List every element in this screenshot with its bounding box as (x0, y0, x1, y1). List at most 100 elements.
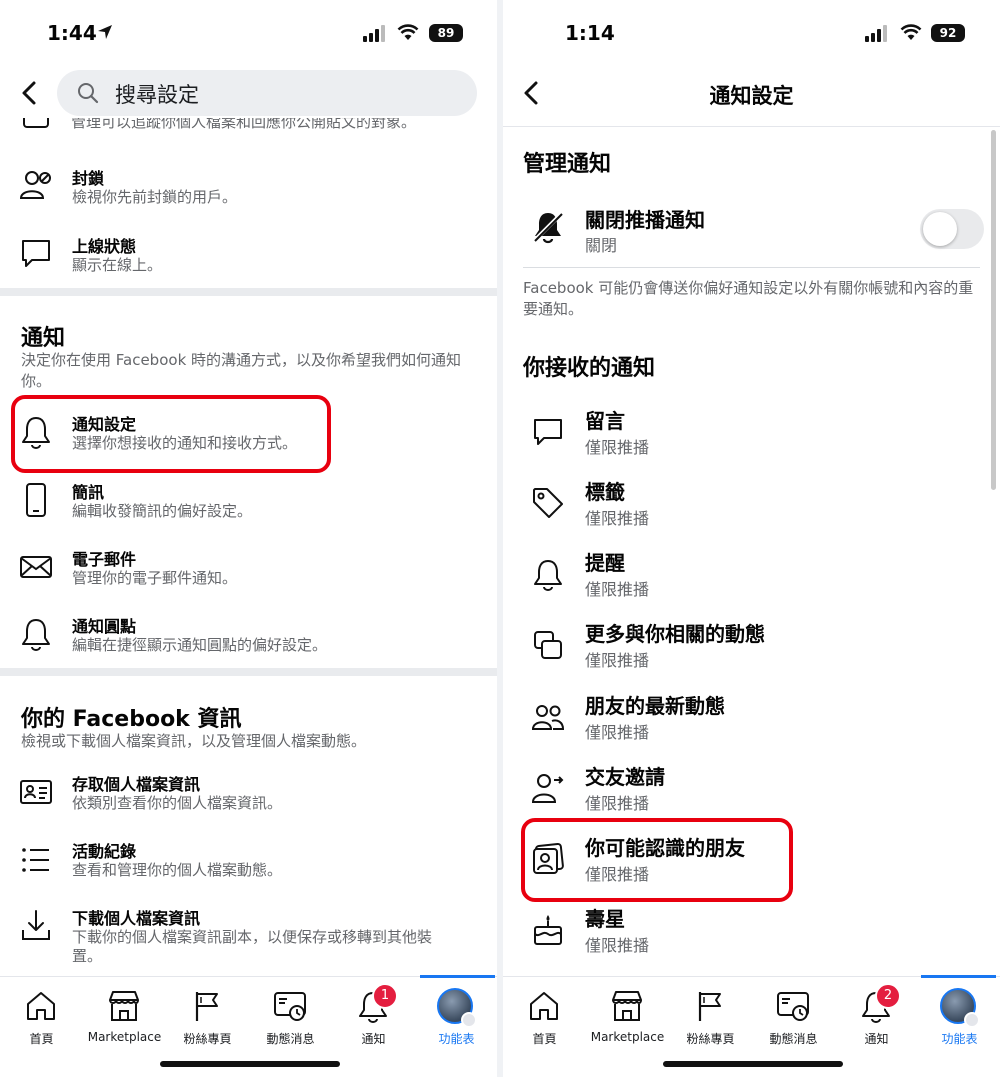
active-tab-indicator (921, 975, 996, 978)
tab-news-feed[interactable]: 動態消息 (752, 977, 835, 1057)
settings-item-email[interactable]: 電子郵件 管理你的電子郵件通知。 (0, 543, 497, 603)
notification-type-friend-requests[interactable]: 交友邀請 僅限推播 (503, 759, 1000, 825)
home-icon (27, 992, 55, 1020)
notification-type-birthdays[interactable]: 壽星 僅限推播 (503, 901, 1000, 967)
tab-label: 動態消息 (266, 1032, 315, 1046)
search-placeholder: 搜尋設定 (115, 83, 199, 107)
flag-icon (195, 992, 218, 1021)
notification-type-title: 朋友的最新動態 (585, 694, 725, 718)
tab-marketplace[interactable]: Marketplace (83, 977, 166, 1057)
section-description: 決定你在使用 Facebook 時的溝通方式，以及你希望我們如何通知你。 (21, 351, 462, 390)
notification-type-comments[interactable]: 留言 僅限推播 (503, 403, 1000, 469)
menu-lines-icon (964, 1012, 980, 1028)
phone-icon (26, 483, 46, 517)
tab-menu[interactable]: 功能表 (415, 975, 497, 1057)
section-title: 管理通知 (523, 152, 612, 177)
notification-type-title: 標籤 (585, 480, 625, 504)
notification-type-tags[interactable]: 標籤 僅限推播 (503, 474, 1000, 540)
notification-type-title: 提醒 (585, 551, 625, 575)
notification-type-title: 壽星 (585, 907, 625, 931)
notification-type-subtitle: 僅限推播 (585, 651, 650, 670)
status-bar: 1:14 92 (503, 0, 1000, 64)
wifi-icon (397, 24, 419, 40)
settings-item-access-profile-info[interactable]: 存取個人檔案資訊 依類別查看你的個人檔案資訊。 (0, 770, 497, 830)
notification-badge: 1 (372, 983, 398, 1009)
tab-label: 粉絲專頁 (686, 1032, 735, 1046)
settings-item-subtitle: 依類別查看你的個人檔案資訊。 (72, 794, 283, 812)
battery-indicator: 92 (931, 24, 965, 42)
tab-pages[interactable]: 粉絲專頁 (166, 977, 249, 1057)
location-arrow-icon (98, 25, 112, 39)
settings-item-subtitle-continued: 置。 (72, 947, 103, 965)
tab-marketplace[interactable]: Marketplace (586, 977, 669, 1057)
status-bar: 1:44 89 (0, 0, 497, 64)
tab-label: Marketplace (590, 1030, 665, 1044)
tab-home[interactable]: 首頁 (503, 977, 586, 1057)
settings-item-subtitle: 編輯收發簡訊的偏好設定。 (72, 502, 253, 520)
active-tab-indicator (420, 975, 495, 978)
download-icon (22, 910, 50, 940)
notification-type-subtitle: 僅限推播 (585, 794, 650, 813)
menu-lines-icon (461, 1012, 477, 1028)
settings-item-download-profile-info[interactable]: 下載個人檔案資訊 下載你的個人檔案資訊副本，以便保存或移轉到其他裝 置。 (0, 905, 497, 971)
section-title: 你接收的通知 (523, 356, 656, 381)
section-title: 你的 Facebook 資訊 (21, 707, 242, 732)
cellular-signal-icon (865, 25, 887, 42)
home-icon (530, 992, 558, 1020)
tab-menu[interactable]: 功能表 (918, 975, 1000, 1057)
settings-item-sms[interactable]: 簡訊 編輯收發簡訊的偏好設定。 (0, 476, 497, 536)
page-title: 通知設定 (709, 84, 794, 108)
list-icon (22, 848, 49, 872)
notification-type-title: 更多與你相關的動態 (585, 622, 765, 646)
settings-item-subtitle: 查看和管理你的個人檔案動態。 (72, 861, 283, 879)
add-friend-icon (531, 774, 564, 803)
notification-type-subtitle: 僅限推播 (585, 936, 650, 955)
tab-notifications[interactable]: 1 通知 (332, 977, 415, 1057)
settings-item-subtitle: 顯示在線上。 (72, 256, 163, 274)
section-divider (0, 288, 497, 296)
tab-label: 粉絲專頁 (183, 1032, 232, 1046)
toggle-knob (923, 212, 957, 246)
tab-label: 通知 (361, 1032, 386, 1046)
notice-text: Facebook 可能仍會傳送你偏好通知設定以外有關你帳號和內容的重要通知。 (523, 279, 974, 318)
marketplace-icon (109, 991, 139, 1021)
settings-item-activity-log[interactable]: 活動紀錄 查看和管理你的個人檔案動態。 (0, 837, 497, 897)
tab-label: 首頁 (29, 1032, 54, 1046)
search-input[interactable]: 搜尋設定 (57, 70, 477, 116)
section-divider (0, 668, 497, 676)
settings-item-notification-dots[interactable]: 通知圓點 編輯在捷徑顯示通知圓點的偏好設定。 (0, 610, 497, 670)
notification-type-reminders[interactable]: 提醒 僅限推播 (503, 545, 1000, 611)
right-screen: 1:14 92 通知設定 管理通知 關閉推播通知 關閉 Facebook 可能仍… (503, 0, 1000, 1077)
bell-off-icon (532, 211, 564, 244)
highlight-box (11, 395, 331, 473)
list-item[interactable]: 管理可以追蹤你個人檔案和回應你公開貼文的對象。 (0, 118, 497, 140)
news-feed-icon (274, 992, 306, 1021)
notification-type-subtitle: 僅限推播 (585, 580, 650, 599)
notification-type-subtitle: 僅限推播 (585, 438, 650, 457)
tab-label: 功能表 (438, 1032, 475, 1046)
left-screen: 1:44 89 搜尋設定 管理可以追蹤你個人檔案和回應你公開貼文的對象。 封鎖 … (0, 0, 497, 1077)
status-time: 1:14 (565, 21, 615, 45)
settings-item-active-status[interactable]: 上線狀態 顯示在線上。 (0, 228, 497, 288)
battery-indicator: 89 (429, 24, 463, 42)
list-item-subtitle: 管理可以追蹤你個人檔案和回應你公開貼文的對象。 (71, 118, 417, 131)
tab-pages[interactable]: 粉絲專頁 (669, 977, 752, 1057)
tab-label: 動態消息 (769, 1032, 818, 1046)
tab-news-feed[interactable]: 動態消息 (249, 977, 332, 1057)
flag-icon (698, 992, 721, 1021)
settings-item-subtitle: 管理你的電子郵件通知。 (72, 569, 238, 587)
tab-notifications[interactable]: 2 通知 (835, 977, 918, 1057)
status-time: 1:44 (47, 21, 97, 45)
push-notifications-toggle[interactable] (920, 209, 984, 249)
settings-item-subtitle: 下載你的個人檔案資訊副本，以便保存或移轉到其他裝 (72, 928, 433, 946)
back-icon[interactable] (18, 80, 42, 106)
notification-type-friends-updates[interactable]: 朋友的最新動態 僅限推播 (503, 688, 1000, 754)
settings-item-subtitle: 檢視你先前封鎖的用戶。 (72, 188, 238, 206)
settings-item-block[interactable]: 封鎖 檢視你先前封鎖的用戶。 (0, 160, 497, 220)
tab-label: 通知 (864, 1032, 889, 1046)
home-indicator (160, 1061, 340, 1067)
id-card-icon (20, 780, 52, 804)
section-description: 檢視或下載個人檔案資訊，以及管理個人檔案動態。 (21, 732, 367, 750)
notification-type-more-activity[interactable]: 更多與你相關的動態 僅限推播 (503, 616, 1000, 682)
tab-home[interactable]: 首頁 (0, 977, 83, 1057)
